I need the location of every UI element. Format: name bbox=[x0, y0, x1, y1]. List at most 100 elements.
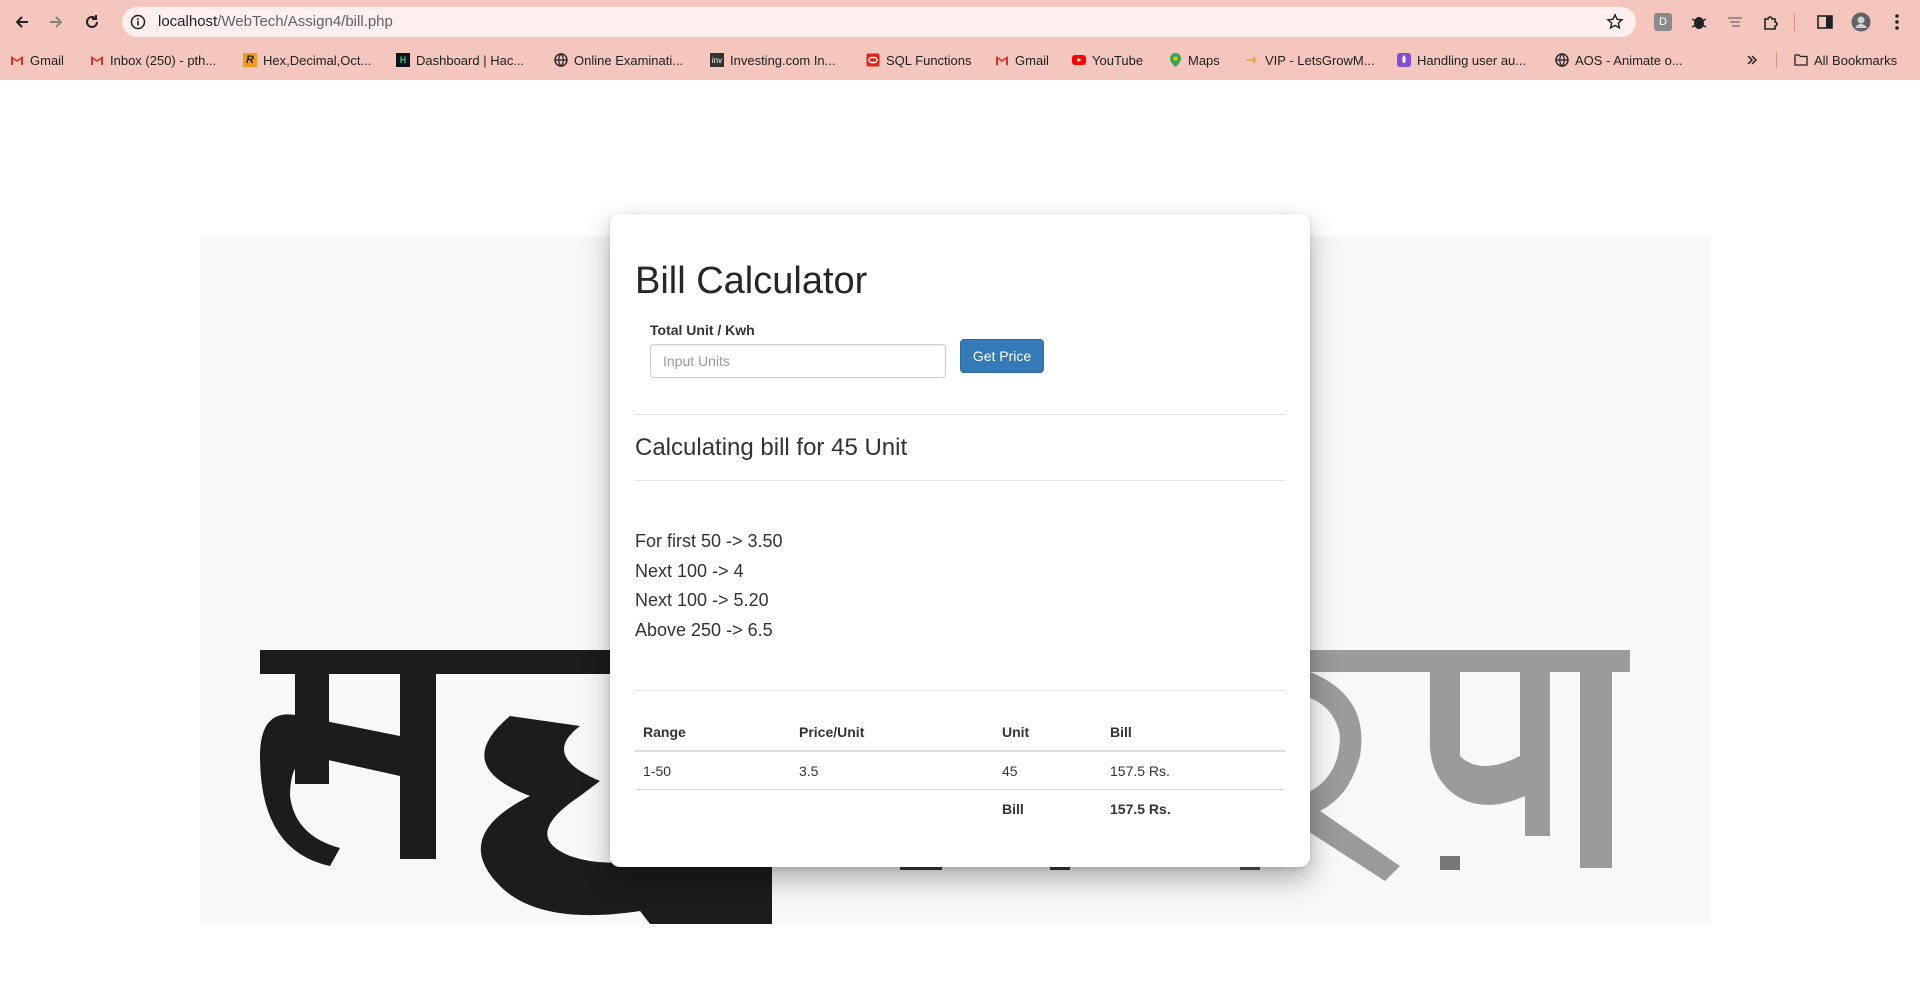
bookmark-item[interactable]: Gmail bbox=[995, 50, 1049, 70]
divider bbox=[635, 414, 1285, 415]
more-bookmarks-button[interactable] bbox=[1746, 50, 1758, 70]
bookmark-label: Gmail bbox=[30, 52, 64, 68]
toolbar-divider bbox=[1794, 13, 1795, 31]
bookmark-item[interactable]: R Hex,Decimal,Oct... bbox=[243, 50, 371, 70]
page-title: Bill Calculator bbox=[635, 260, 868, 302]
bookmark-item[interactable]: SQL Functions bbox=[866, 50, 972, 70]
total-label: Bill bbox=[994, 789, 1102, 827]
calculation-heading: Calculating bill for 45 Unit bbox=[635, 434, 908, 461]
hackerrank-icon: H bbox=[396, 53, 410, 67]
rate-line: Above 250 -> 6.5 bbox=[635, 620, 773, 640]
avatar bbox=[1851, 12, 1871, 32]
bookmark-item[interactable]: Handling user au... bbox=[1397, 50, 1526, 70]
forward-button[interactable] bbox=[44, 10, 68, 34]
lines-extension-icon bbox=[1728, 17, 1742, 27]
back-arrow-icon bbox=[15, 16, 28, 28]
profile-button[interactable] bbox=[1851, 12, 1871, 32]
bookmark-item[interactable]: H Dashboard | Hac... bbox=[396, 50, 524, 70]
rate-line: For first 50 -> 3.50 bbox=[635, 531, 783, 551]
column-header: Price/Unit bbox=[791, 714, 994, 752]
column-header: Bill bbox=[1102, 714, 1285, 752]
bookmarks-bar: Gmail Inbox (250) - pth... R Hex,Decimal… bbox=[0, 48, 1920, 72]
bookmark-label: Hex,Decimal,Oct... bbox=[263, 52, 372, 68]
empty-cell bbox=[791, 789, 994, 827]
range-cell: 1-50 bbox=[635, 750, 791, 790]
rate-line: Next 100 -> 4 bbox=[635, 561, 744, 581]
double-chevron-right-icon bbox=[1747, 55, 1758, 65]
all-bookmarks-button[interactable]: All Bookmarks bbox=[1794, 50, 1897, 70]
bookmark-label: Dashboard | Hac... bbox=[416, 52, 525, 68]
units-input[interactable] bbox=[650, 344, 946, 378]
reload-button[interactable] bbox=[80, 10, 104, 34]
total-value: 157.5 Rs. bbox=[1102, 789, 1285, 827]
bookmark-item[interactable]: YouTube bbox=[1072, 50, 1143, 70]
bookmark-star-icon[interactable] bbox=[1606, 13, 1624, 31]
bookmark-item[interactable]: Gmail bbox=[10, 50, 64, 70]
bug-extension-icon bbox=[1691, 17, 1707, 29]
column-header: Unit bbox=[994, 714, 1102, 752]
bookmark-label: Gmail bbox=[1015, 52, 1049, 68]
bill-table: Range Price/Unit Unit Bill 1-50 3.5 45 1… bbox=[635, 714, 1285, 827]
url-path: /WebTech/Assign4/bill.php bbox=[217, 13, 393, 30]
investing-icon: inv bbox=[710, 53, 724, 67]
bill-calculator-card: Bill Calculator Total Unit / Kwh Get Pri… bbox=[610, 214, 1310, 867]
bookmark-item[interactable]: Online Examinati... bbox=[554, 50, 683, 70]
get-price-button[interactable]: Get Price bbox=[960, 339, 1044, 373]
units-field-label: Total Unit / Kwh bbox=[650, 322, 755, 338]
reload-icon bbox=[86, 15, 98, 28]
bookmark-label: Inbox (250) - pth... bbox=[110, 52, 217, 68]
bookmark-label: Maps bbox=[1188, 52, 1220, 68]
bookmark-item[interactable]: AOS - Animate o... bbox=[1555, 50, 1683, 70]
url-host: localhost bbox=[158, 13, 218, 30]
extension-d-button[interactable]: D bbox=[1653, 12, 1673, 32]
column-header: Range bbox=[635, 714, 791, 752]
forward-arrow-icon bbox=[50, 16, 63, 28]
arrow-icon bbox=[1245, 53, 1259, 67]
bookmark-item[interactable]: Maps bbox=[1168, 50, 1220, 70]
divider bbox=[635, 690, 1285, 691]
back-button[interactable] bbox=[10, 10, 34, 34]
price-per-unit-cell: 3.5 bbox=[791, 750, 994, 790]
table-header-row: Range Price/Unit Unit Bill bbox=[635, 714, 1285, 752]
total-row: Bill 157.5 Rs. bbox=[635, 789, 1285, 827]
extensions-button[interactable] bbox=[1761, 12, 1781, 32]
extension-d-icon: D bbox=[1654, 13, 1672, 31]
r-logo-icon: R bbox=[243, 53, 257, 67]
puzzle-icon bbox=[1764, 16, 1778, 30]
bookmark-item[interactable]: inv Investing.com In... bbox=[710, 50, 836, 70]
bookmark-label: AOS - Animate o... bbox=[1575, 52, 1683, 68]
bookmarks-divider bbox=[1776, 52, 1777, 68]
address-bar[interactable]: localhost/WebTech/Assign4/bill.php bbox=[122, 7, 1636, 37]
extension-button[interactable] bbox=[1689, 12, 1709, 32]
bookmark-label: Online Examinati... bbox=[574, 52, 684, 68]
side-panel-icon bbox=[1817, 15, 1833, 29]
youtube-icon bbox=[1072, 53, 1086, 67]
bookmark-label: VIP - LetsGrowM... bbox=[1265, 52, 1375, 68]
rocket-icon bbox=[1397, 53, 1411, 67]
url-text: localhost/WebTech/Assign4/bill.php bbox=[158, 13, 393, 30]
bookmark-label: Handling user au... bbox=[1417, 52, 1527, 68]
globe-icon bbox=[1555, 53, 1569, 67]
rate-line: Next 100 -> 5.20 bbox=[635, 590, 769, 610]
divider bbox=[635, 480, 1285, 481]
globe-icon bbox=[554, 53, 568, 67]
gmail-icon bbox=[90, 53, 104, 67]
site-info-icon[interactable] bbox=[130, 14, 146, 30]
reading-extension-button[interactable] bbox=[1725, 12, 1745, 32]
browser-toolbar: localhost/WebTech/Assign4/bill.php D bbox=[0, 0, 1920, 44]
browser-chrome: localhost/WebTech/Assign4/bill.php D Gma… bbox=[0, 0, 1920, 80]
side-panel-button[interactable] bbox=[1815, 12, 1835, 32]
bookmark-item[interactable]: Inbox (250) - pth... bbox=[90, 50, 216, 70]
bookmark-label: YouTube bbox=[1092, 52, 1144, 68]
bookmark-label: SQL Functions bbox=[886, 52, 972, 68]
browser-menu-button[interactable] bbox=[1887, 12, 1907, 32]
bookmark-item[interactable]: VIP - LetsGrowM... bbox=[1245, 50, 1375, 70]
oracle-icon bbox=[866, 53, 880, 67]
gmail-icon bbox=[995, 53, 1009, 67]
gmail-icon bbox=[10, 53, 24, 67]
table-row: 1-50 3.5 45 157.5 Rs. bbox=[635, 750, 1285, 790]
bookmark-label: Investing.com In... bbox=[730, 52, 836, 68]
empty-cell bbox=[635, 789, 791, 827]
folder-icon bbox=[1794, 53, 1808, 67]
bill-cell: 157.5 Rs. bbox=[1102, 750, 1285, 790]
